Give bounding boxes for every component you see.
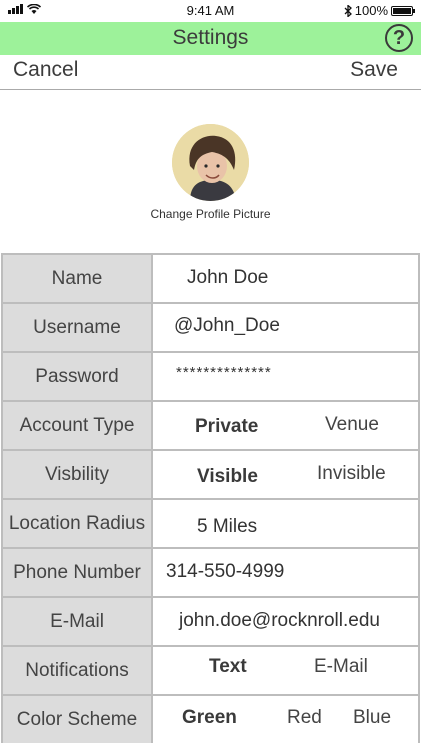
row-visibility: Visbility Visible Invisible [1,449,420,498]
help-button[interactable]: ? [385,24,413,52]
cancel-button[interactable]: Cancel [13,58,78,82]
phone-field[interactable]: 314-550-4999 [153,549,420,596]
battery-icon [391,5,415,16]
account-type-option-private[interactable]: Private [195,416,258,438]
row-phone: Phone Number 314-550-4999 [1,547,420,596]
row-email: E-Mail john.doe@rocknroll.edu [1,596,420,645]
color-scheme-selector: Green Red Blue [153,696,420,743]
password-label: Password [1,353,153,400]
name-label: Name [1,255,153,302]
account-type-selector: Private Venue [153,402,420,449]
password-field[interactable]: ************** [153,353,420,400]
page-title: Settings [172,26,249,49]
row-password: Password ************** [1,351,420,400]
account-type-label: Account Type [1,402,153,449]
location-radius-field[interactable]: 5 Miles [153,500,420,547]
visibility-option-visible[interactable]: Visible [197,466,258,488]
color-scheme-option-blue[interactable]: Blue [353,707,391,729]
notifications-label: Notifications [1,647,153,694]
settings-table: Name John Doe Username @John_Doe Passwor… [1,253,420,743]
battery-fill [393,7,411,14]
visibility-selector: Visible Invisible [153,451,420,498]
location-radius-label: Location Radius [1,500,153,547]
bluetooth-icon [344,4,352,17]
email-label: E-Mail [1,598,153,645]
battery-percent: 100% [354,3,388,18]
notifications-option-email[interactable]: E-Mail [314,656,368,678]
avatar-image [172,124,249,201]
notifications-option-text[interactable]: Text [209,656,247,678]
change-profile-picture-link[interactable]: Change Profile Picture [0,207,421,221]
visibility-option-invisible[interactable]: Invisible [317,463,386,485]
phone-label: Phone Number [1,549,153,596]
save-button[interactable]: Save [350,58,398,82]
row-location-radius: Location Radius 5 Miles [1,498,420,547]
username-field[interactable]: @John_Doe [153,304,420,351]
color-scheme-option-red[interactable]: Red [287,707,322,729]
name-value[interactable]: John Doe [187,267,268,289]
status-right: 100% [344,3,415,18]
name-field[interactable]: John Doe [153,255,420,302]
account-type-option-venue[interactable]: Venue [325,414,379,436]
row-notifications: Notifications Text E-Mail [1,645,420,694]
avatar[interactable] [172,124,249,201]
row-name: Name John Doe [1,253,420,302]
profile-section: Change Profile Picture [0,90,421,253]
row-username: Username @John_Doe [1,302,420,351]
password-value[interactable]: ************** [176,364,272,381]
nav-bar: Cancel Save [0,55,421,90]
phone-value[interactable]: 314-550-4999 [166,561,284,583]
notifications-selector: Text E-Mail [153,647,420,694]
color-scheme-label: Color Scheme [1,696,153,743]
location-radius-value[interactable]: 5 Miles [197,516,257,538]
visibility-label: Visbility [1,451,153,498]
email-value[interactable]: john.doe@rocknroll.edu [179,610,380,632]
color-scheme-option-green[interactable]: Green [182,707,237,729]
username-label: Username [1,304,153,351]
title-bar: Settings ? [0,22,421,55]
username-value[interactable]: @John_Doe [174,315,280,337]
email-field[interactable]: john.doe@rocknroll.edu [153,598,420,645]
row-account-type: Account Type Private Venue [1,400,420,449]
row-color-scheme: Color Scheme Green Red Blue [1,694,420,743]
status-bar: 9:41 AM 100% [0,0,421,22]
